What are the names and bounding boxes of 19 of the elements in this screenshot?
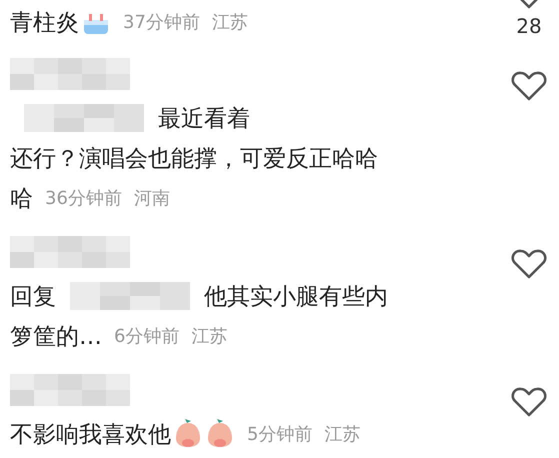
comment-time: 36分钟前: [45, 187, 122, 210]
comment-region: 河南: [134, 187, 170, 210]
comment-text: 他其实小腿有些内: [204, 282, 388, 312]
comment-time: 5分钟前: [247, 423, 312, 446]
comment-region: 江苏: [212, 11, 248, 34]
comment-text: 青柱炎: [10, 8, 79, 38]
comment-time: 37分钟前: [123, 11, 200, 34]
peach-emoji-icon: [173, 419, 203, 449]
like-count: 28: [516, 14, 542, 38]
comment-time: 6分钟前: [114, 325, 180, 348]
comment-text: 回复: [10, 282, 56, 312]
peach-emoji-icon: [205, 419, 235, 449]
comment-text: 最近看着: [158, 104, 250, 134]
comment-region: 江苏: [324, 423, 360, 446]
comment-region: 江苏: [191, 325, 228, 348]
comment-text: 还行？演唱会也能撑，可爱反正哈哈: [10, 144, 378, 174]
comment-text: 箩筐的…: [10, 322, 102, 352]
comment-text: 不影响我喜欢他: [10, 420, 171, 450]
comment-text: 哈: [10, 184, 33, 214]
